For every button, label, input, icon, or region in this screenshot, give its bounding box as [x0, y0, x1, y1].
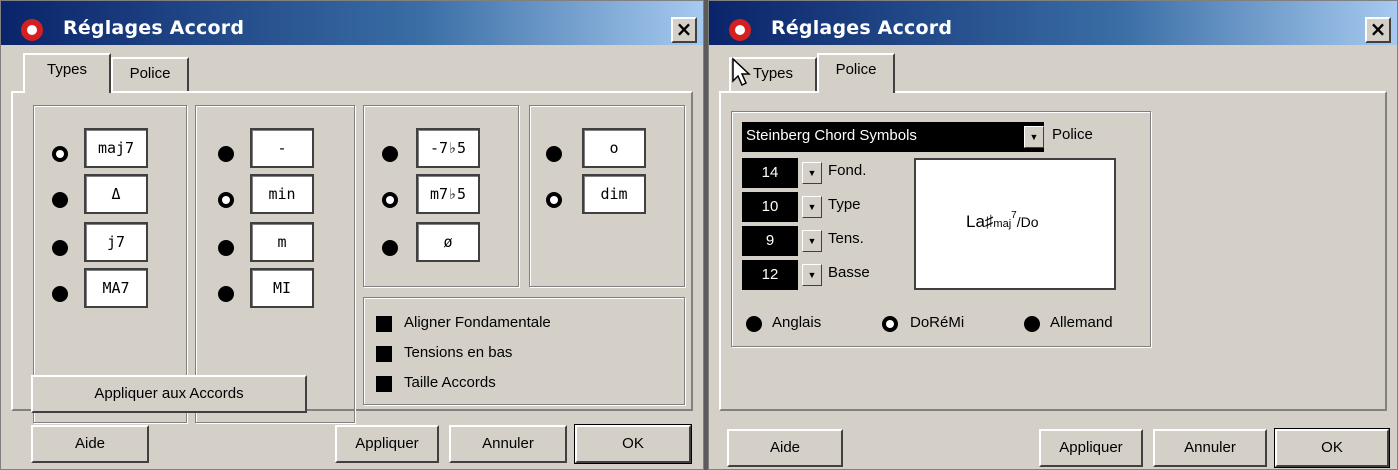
app-logo-icon: [729, 19, 751, 41]
close-button[interactable]: ×: [1365, 17, 1391, 43]
preview-chord: La♯maj7/Do: [966, 210, 1039, 232]
checkbox-label: Aligner Fondamentale: [404, 314, 551, 331]
checkbox-tensions-bottom[interactable]: [376, 346, 392, 362]
radio-maj7[interactable]: [52, 146, 68, 162]
dialog-title: Réglages Accord: [771, 17, 953, 39]
preview-type: maj: [993, 218, 1012, 230]
chord-settings-dialog-police: Réglages Accord × Types Police Steinberg…: [708, 0, 1398, 470]
chevron-down-icon[interactable]: ▼: [802, 162, 822, 184]
title-bar[interactable]: Réglages Accord ×: [1, 1, 703, 45]
symbol-box: MI: [250, 268, 314, 308]
radio-m[interactable]: [218, 240, 234, 256]
tab-types[interactable]: Types: [23, 53, 111, 93]
radio-doremi[interactable]: [882, 316, 898, 332]
symbol-box: j7: [84, 222, 148, 262]
diminished-group: o dim: [529, 105, 685, 287]
cancel-button[interactable]: Annuler: [449, 425, 567, 463]
radio-mi[interactable]: [218, 286, 234, 302]
radio-halfdim[interactable]: [382, 240, 398, 256]
font-select[interactable]: Steinberg Chord Symbols: [742, 122, 1044, 152]
checkbox-label: Tensions en bas: [404, 344, 513, 361]
symbol-box: o: [582, 128, 646, 168]
chord-settings-dialog-types: Réglages Accord × Types Police maj7 Δ j7…: [0, 0, 704, 470]
radio-min[interactable]: [218, 192, 234, 208]
symbol-box: dim: [582, 174, 646, 214]
app-logo-icon: [21, 19, 43, 41]
radio-ma7[interactable]: [52, 286, 68, 302]
radio-delta[interactable]: [52, 192, 68, 208]
title-bar[interactable]: Réglages Accord ×: [709, 1, 1397, 45]
symbol-box: MA7: [84, 268, 148, 308]
preview-tension: 7: [1011, 210, 1017, 221]
type-size-value[interactable]: 10: [742, 192, 798, 222]
size-label: Fond.: [828, 162, 867, 179]
ok-button[interactable]: OK: [1274, 428, 1390, 468]
apply-button[interactable]: Appliquer: [1039, 429, 1143, 467]
notation-label: Anglais: [772, 314, 822, 331]
notation-label: DoRéMi: [910, 314, 965, 331]
ok-button[interactable]: OK: [574, 424, 692, 464]
cancel-button[interactable]: Annuler: [1153, 429, 1267, 467]
bass-size-value[interactable]: 12: [742, 260, 798, 290]
chevron-down-icon[interactable]: ▼: [802, 230, 822, 252]
half-diminished-group: -7♭5 m7♭5 ø: [363, 105, 519, 287]
radio-english[interactable]: [746, 316, 762, 332]
symbol-box: m7♭5: [416, 174, 480, 214]
radio-dim[interactable]: [546, 192, 562, 208]
size-label: Basse: [828, 264, 870, 281]
checkbox-label: Taille Accords: [404, 374, 496, 391]
radio-o[interactable]: [546, 146, 562, 162]
preview-bass: /Do: [1016, 214, 1039, 230]
checkbox-chord-size[interactable]: [376, 376, 392, 392]
size-label: Tens.: [828, 230, 864, 247]
symbol-box: maj7: [84, 128, 148, 168]
symbol-box: -: [250, 128, 314, 168]
font-label: Police: [1052, 126, 1093, 143]
symbol-box: Δ: [84, 174, 148, 214]
radio-j7[interactable]: [52, 240, 68, 256]
apply-to-chords-button[interactable]: Appliquer aux Accords: [31, 375, 307, 413]
symbol-box: min: [250, 174, 314, 214]
help-button[interactable]: Aide: [31, 425, 149, 463]
dialog-title: Réglages Accord: [63, 17, 245, 39]
radio-m7b5[interactable]: [382, 192, 398, 208]
chord-preview: La♯maj7/Do: [914, 158, 1116, 290]
symbol-box: m: [250, 222, 314, 262]
tension-size-value[interactable]: 9: [742, 226, 798, 256]
apply-button[interactable]: Appliquer: [335, 425, 439, 463]
radio-german[interactable]: [1024, 316, 1040, 332]
preview-root: La♯: [966, 212, 994, 231]
close-button[interactable]: ×: [671, 17, 697, 43]
font-settings-group: Steinberg Chord Symbols ▼ Police 14 ▼ Fo…: [731, 111, 1151, 347]
checkbox-align-root[interactable]: [376, 316, 392, 332]
chevron-down-icon[interactable]: ▼: [802, 264, 822, 286]
radio-minus7b5[interactable]: [382, 146, 398, 162]
size-label: Type: [828, 196, 861, 213]
symbol-box: -7♭5: [416, 128, 480, 168]
tab-police[interactable]: Police: [817, 53, 895, 93]
mouse-pointer-icon: [732, 57, 751, 87]
chevron-down-icon[interactable]: ▼: [802, 196, 822, 218]
layout-options-group: Aligner Fondamentale Tensions en bas Tai…: [363, 297, 685, 405]
help-button[interactable]: Aide: [727, 429, 843, 467]
root-size-value[interactable]: 14: [742, 158, 798, 188]
notation-label: Allemand: [1050, 314, 1113, 331]
radio-minus[interactable]: [218, 146, 234, 162]
font-select-value: Steinberg Chord Symbols: [746, 127, 917, 144]
chevron-down-icon[interactable]: ▼: [1024, 126, 1044, 148]
tab-police[interactable]: Police: [111, 57, 189, 91]
symbol-box: ø: [416, 222, 480, 262]
